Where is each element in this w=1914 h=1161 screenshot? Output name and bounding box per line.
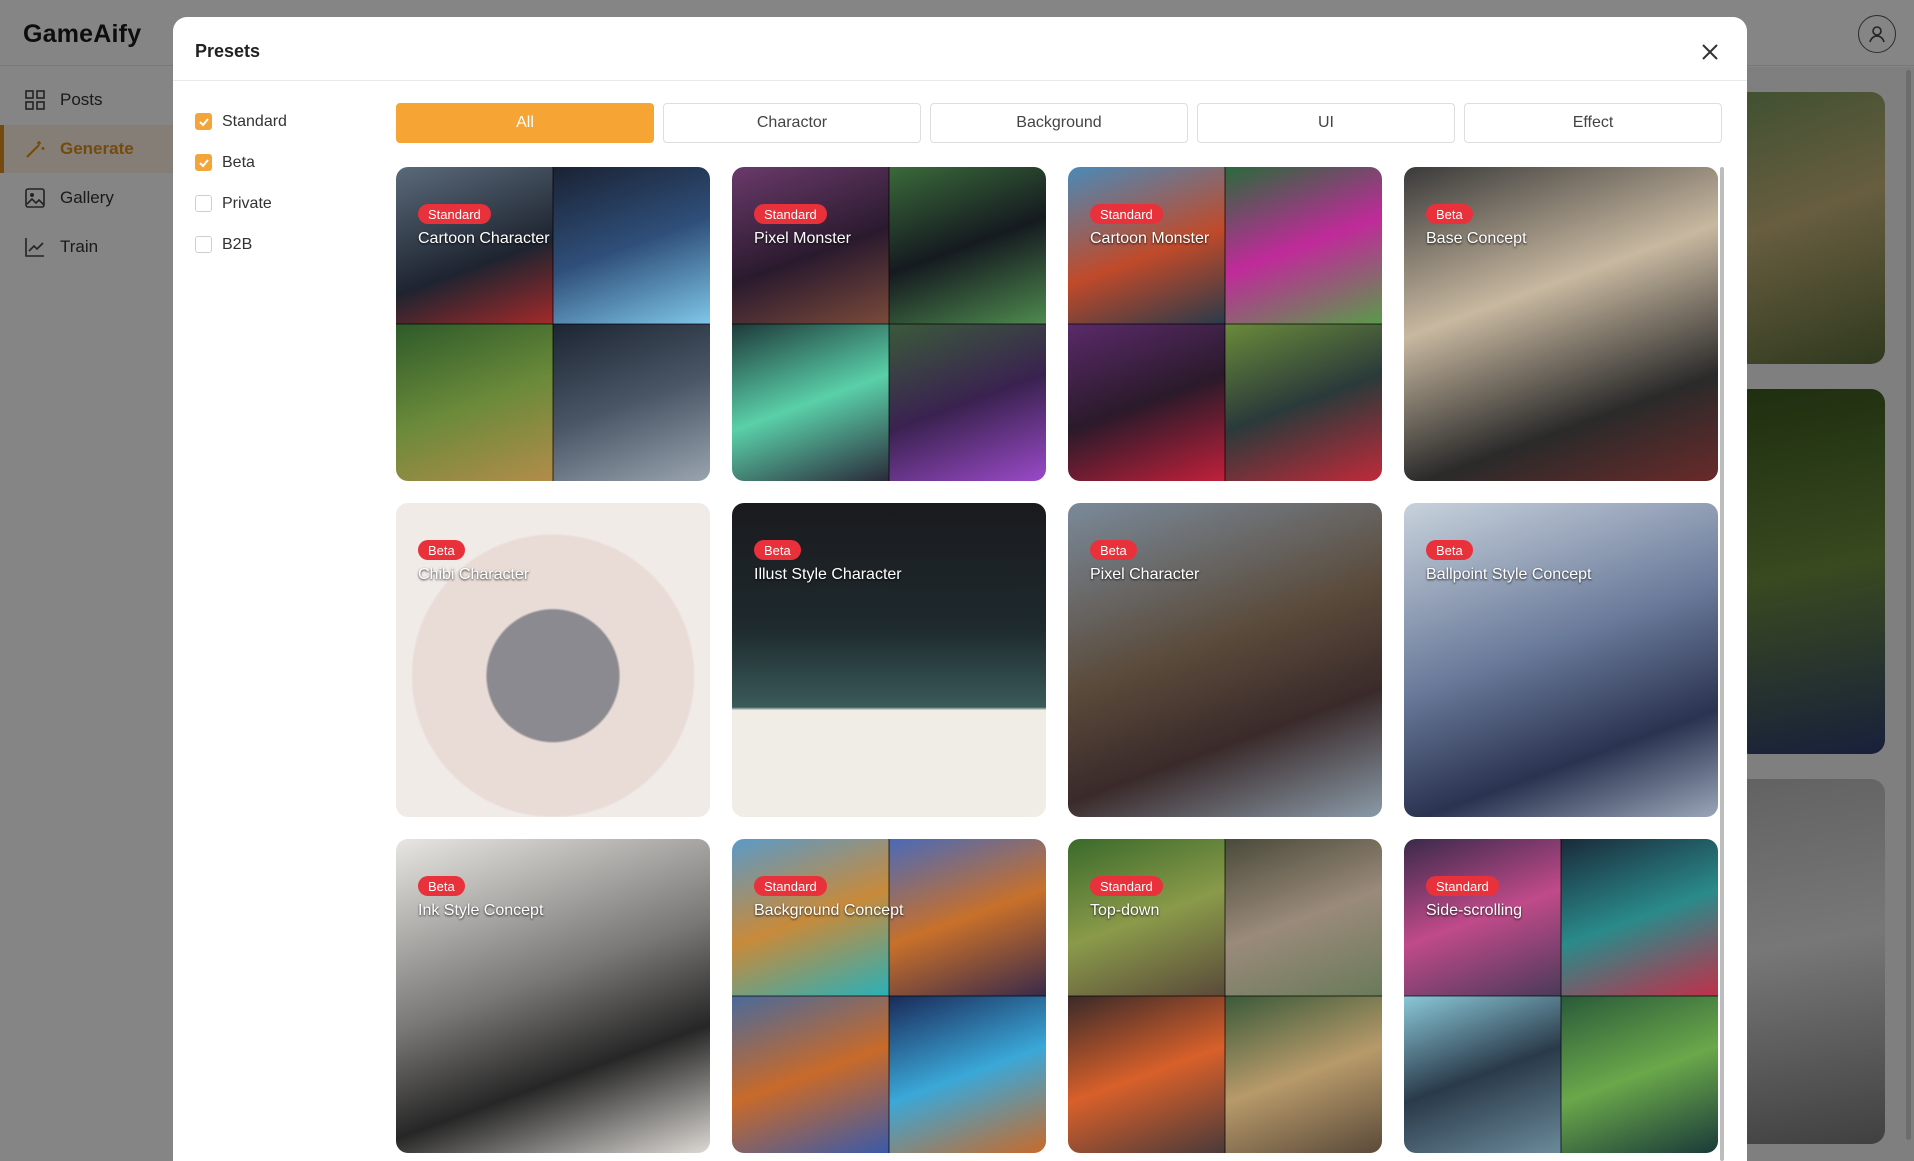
check-icon: [198, 117, 209, 126]
modal-header: Presets: [173, 17, 1747, 81]
preset-badge: Standard: [418, 204, 491, 224]
preset-title: Pixel Character: [1090, 566, 1200, 583]
preset-badge: Standard: [1426, 876, 1499, 896]
checkbox[interactable]: [195, 113, 212, 130]
checkbox[interactable]: [195, 195, 212, 212]
preset-badge: Beta: [418, 540, 465, 560]
preset-filters: Standard Beta Private B2B: [195, 101, 385, 265]
preset-card-background-concept[interactable]: Standard Background Concept: [732, 839, 1046, 1153]
preset-card-ballpoint-style-concept[interactable]: Beta Ballpoint Style Concept: [1404, 503, 1718, 817]
preset-card-chibi-character[interactable]: Beta Chibi Character: [396, 503, 710, 817]
preset-title: Illust Style Character: [754, 566, 902, 583]
preset-card-top-down[interactable]: Standard Top-down: [1068, 839, 1382, 1153]
presets-modal: Presets Standard Beta Private B2B All Ch…: [173, 17, 1747, 1161]
preset-title: Cartoon Character: [418, 230, 550, 247]
filter-b2b[interactable]: B2B: [195, 224, 385, 265]
filter-label: B2B: [222, 235, 253, 253]
preset-badge: Standard: [754, 204, 827, 224]
filter-label: Beta: [222, 153, 255, 171]
tab-background[interactable]: Background: [930, 103, 1188, 143]
preset-card-illust-style-character[interactable]: Beta Illust Style Character: [732, 503, 1046, 817]
preset-title: Ink Style Concept: [418, 902, 544, 919]
preset-badge: Standard: [754, 876, 827, 896]
preset-badge: Standard: [1090, 876, 1163, 896]
preset-card-base-concept[interactable]: Beta Base Concept: [1404, 167, 1718, 481]
preset-card-ink-style-concept[interactable]: Beta Ink Style Concept: [396, 839, 710, 1153]
preset-title: Base Concept: [1426, 230, 1527, 247]
tab-effect[interactable]: Effect: [1464, 103, 1722, 143]
filter-label: Standard: [222, 112, 287, 130]
filter-standard[interactable]: Standard: [195, 101, 385, 142]
filter-private[interactable]: Private: [195, 183, 385, 224]
preset-title: Ballpoint Style Concept: [1426, 566, 1592, 583]
preset-grid: Standard Cartoon Character Standard Pixe…: [396, 167, 1722, 1161]
tab-ui[interactable]: UI: [1197, 103, 1455, 143]
preset-card-cartoon-character[interactable]: Standard Cartoon Character: [396, 167, 710, 481]
category-tabs: All Charactor Background UI Effect: [396, 103, 1722, 143]
tab-charactor[interactable]: Charactor: [663, 103, 921, 143]
close-button[interactable]: [1695, 37, 1725, 67]
preset-title: Chibi Character: [418, 566, 530, 583]
preset-badge: Beta: [1426, 540, 1473, 560]
preset-badge: Beta: [418, 876, 465, 896]
preset-grid-scrollbar[interactable]: [1720, 167, 1724, 1161]
tab-all[interactable]: All: [396, 103, 654, 143]
preset-badge: Beta: [754, 540, 801, 560]
check-icon: [198, 158, 209, 167]
preset-badge: Beta: [1426, 204, 1473, 224]
preset-card-cartoon-monster[interactable]: Standard Cartoon Monster: [1068, 167, 1382, 481]
checkbox[interactable]: [195, 236, 212, 253]
preset-title: Top-down: [1090, 902, 1160, 919]
close-icon: [1702, 44, 1718, 60]
preset-title: Background Concept: [754, 902, 904, 919]
preset-title: Side-scrolling: [1426, 902, 1523, 919]
preset-card-side-scrolling[interactable]: Standard Side-scrolling: [1404, 839, 1718, 1153]
preset-title: Cartoon Monster: [1090, 230, 1210, 247]
preset-badge: Standard: [1090, 204, 1163, 224]
preset-card-pixel-monster[interactable]: Standard Pixel Monster: [732, 167, 1046, 481]
preset-badge: Beta: [1090, 540, 1137, 560]
checkbox[interactable]: [195, 154, 212, 171]
modal-title: Presets: [195, 41, 261, 61]
preset-card-pixel-character[interactable]: Beta Pixel Character: [1068, 503, 1382, 817]
preset-title: Pixel Monster: [754, 230, 851, 247]
filter-label: Private: [222, 194, 272, 212]
filter-beta[interactable]: Beta: [195, 142, 385, 183]
